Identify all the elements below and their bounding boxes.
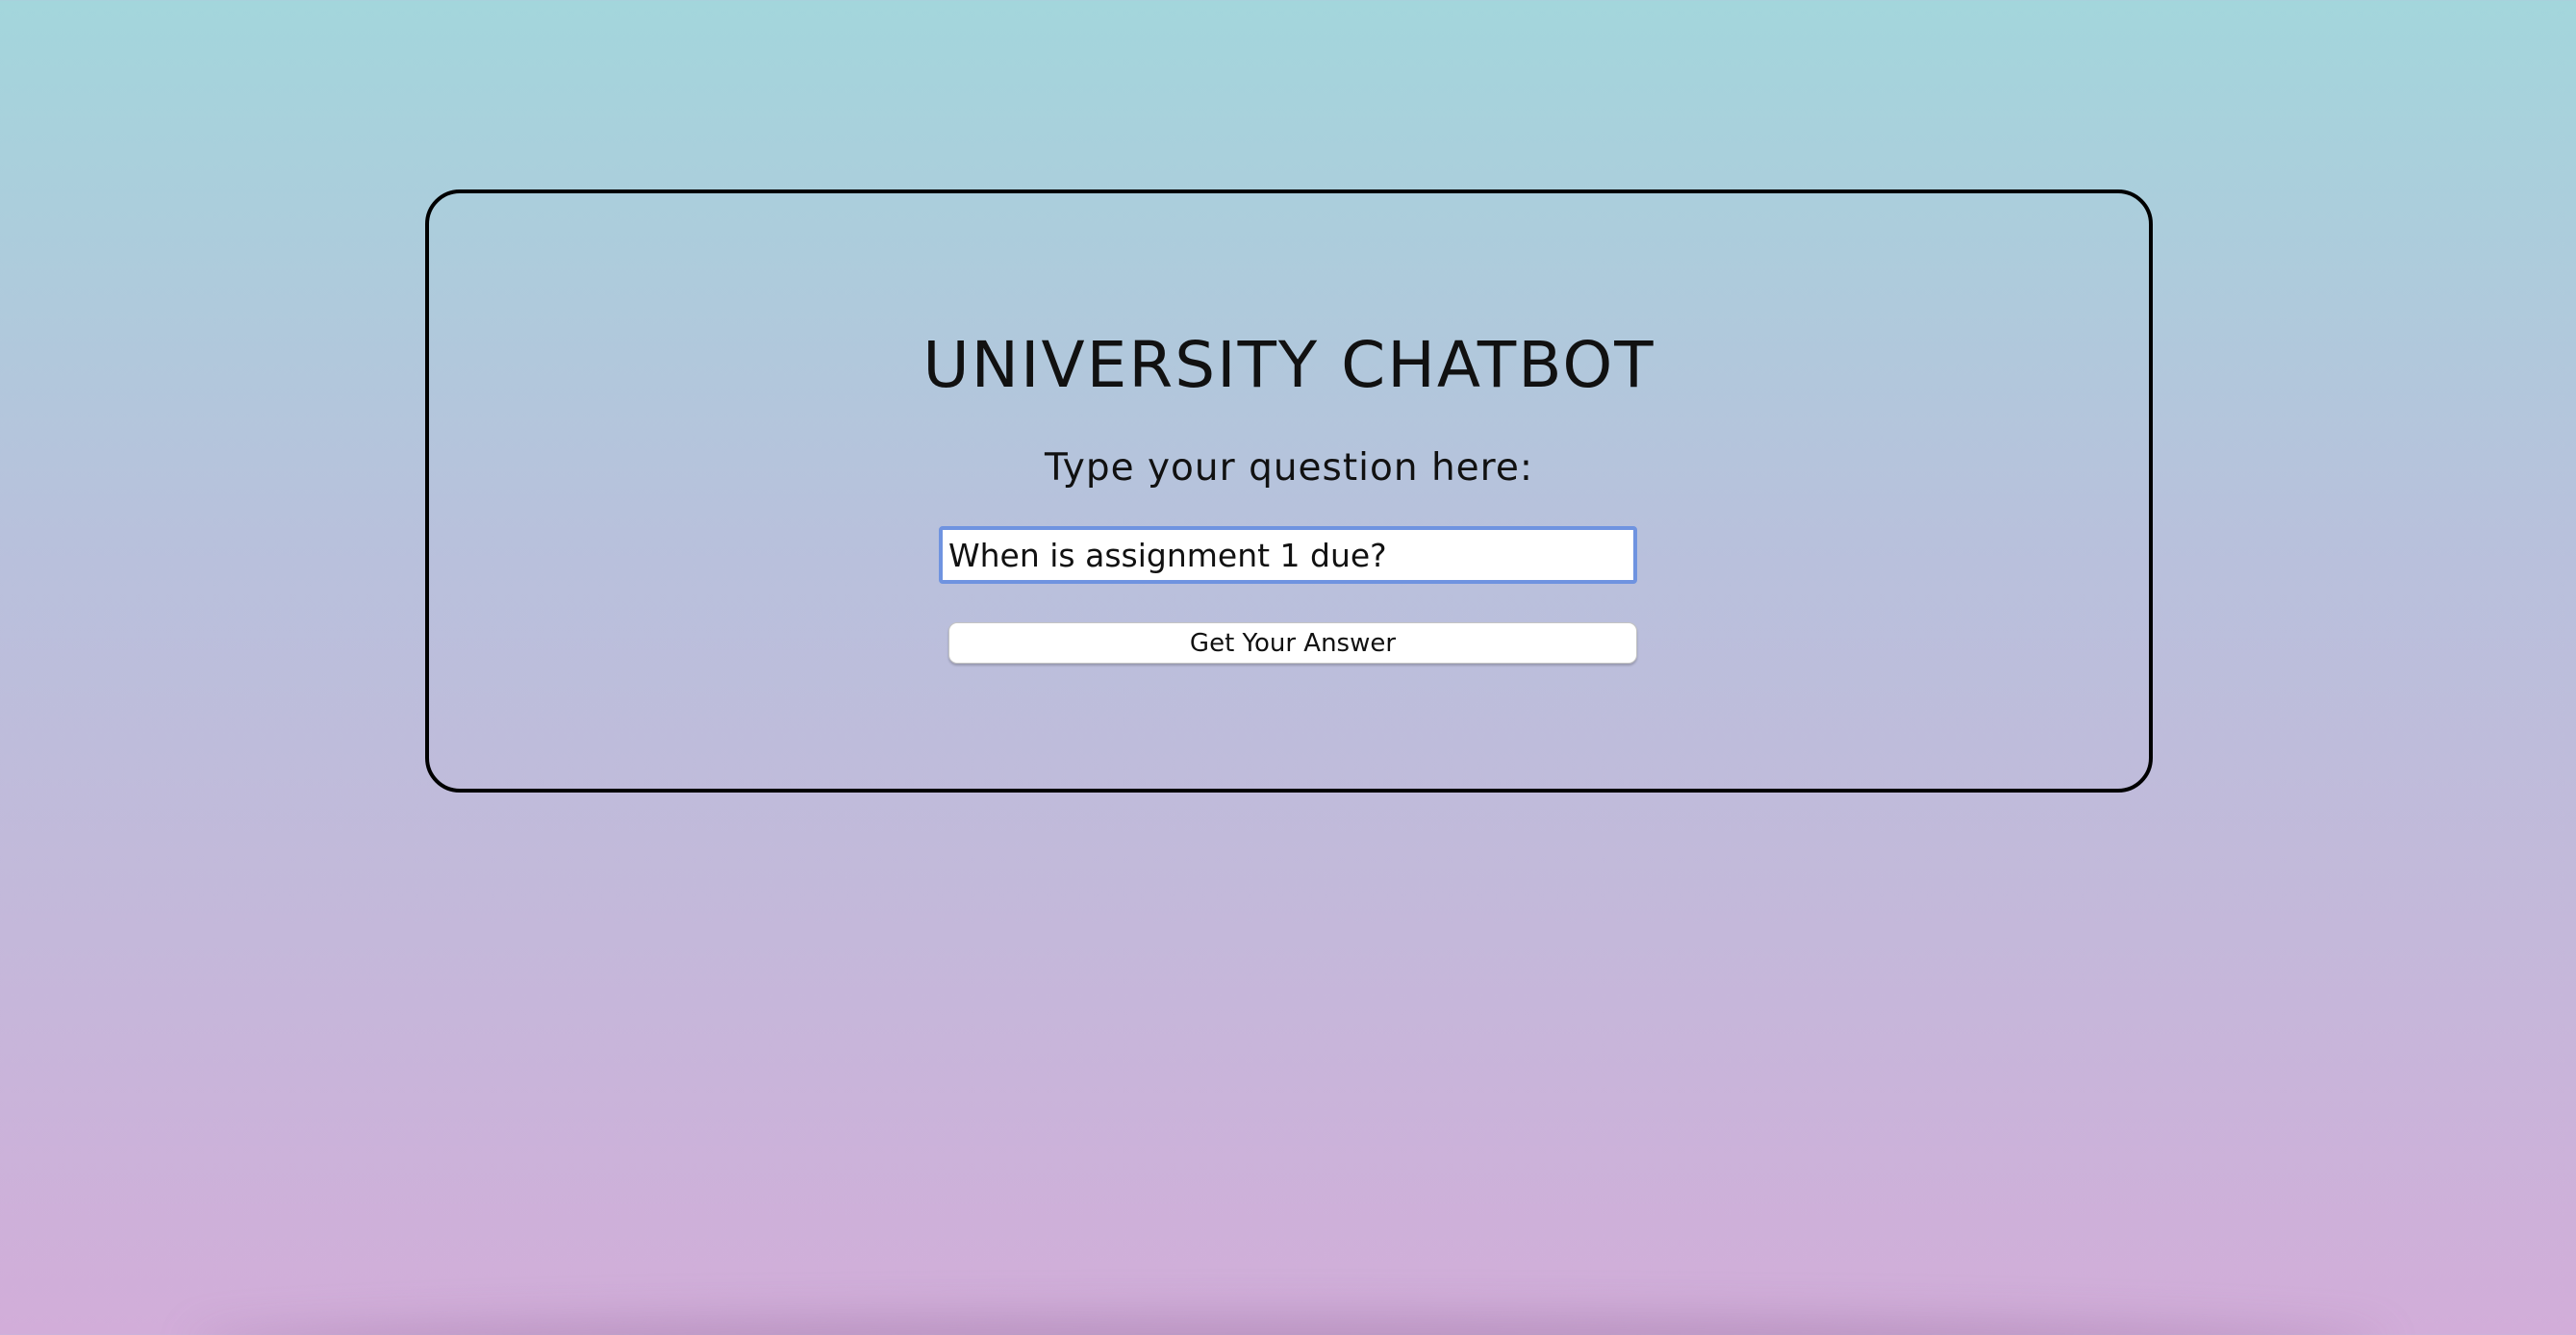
- question-prompt-label: Type your question here:: [1045, 446, 1533, 490]
- get-answer-button[interactable]: Get Your Answer: [948, 622, 1637, 664]
- page-title: UNIVERSITY CHATBOT: [922, 328, 1655, 402]
- page: { "card": { "title": "UNIVERSITY CHATBOT…: [0, 0, 2576, 1335]
- window-bottom-shadow: [192, 1316, 2384, 1335]
- chatbot-card: UNIVERSITY CHATBOT Type your question he…: [425, 189, 2153, 793]
- question-input[interactable]: [939, 526, 1637, 584]
